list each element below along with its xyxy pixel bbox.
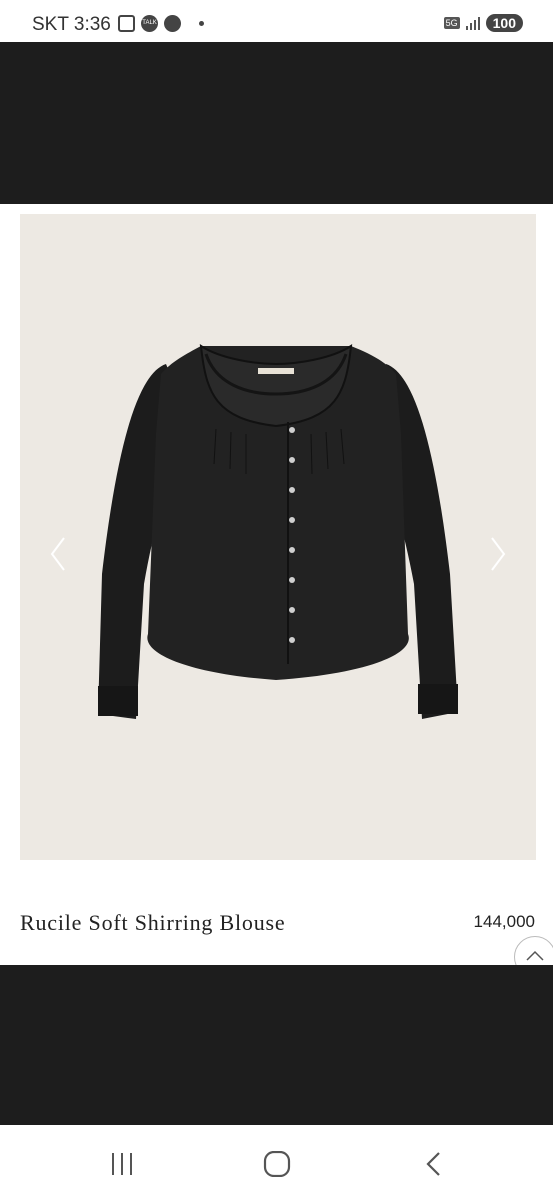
more-notifications-icon [199, 21, 204, 26]
recent-apps-icon[interactable] [108, 1151, 138, 1177]
chat-icon [164, 15, 181, 32]
bottom-overlay [0, 965, 553, 1125]
home-icon[interactable] [262, 1151, 292, 1177]
chevron-right-icon[interactable] [484, 534, 510, 574]
system-status: 5G 100 [443, 14, 523, 32]
back-icon[interactable] [420, 1151, 450, 1177]
carrier-time: SKT 3:36 [32, 14, 111, 35]
status-bar: SKT 3:36 TALK 5G 100 [0, 0, 553, 42]
blouse-image [98, 344, 458, 719]
system-navigation-bar [0, 1125, 553, 1200]
top-overlay [0, 42, 553, 204]
product-price: 144,000 [473, 912, 535, 931]
signal-icon [465, 16, 480, 30]
chevron-up-icon [526, 950, 544, 961]
talk-icon: TALK [141, 15, 158, 32]
product-name[interactable]: Rucile Soft Shirring Blouse [20, 908, 320, 938]
network-type: 5G [443, 17, 460, 29]
screenshot-icon [118, 15, 135, 32]
chevron-left-icon[interactable] [46, 534, 72, 574]
battery-level: 100 [485, 14, 523, 32]
product-image-carousel[interactable] [20, 214, 536, 860]
notification-icons: TALK [118, 15, 204, 32]
